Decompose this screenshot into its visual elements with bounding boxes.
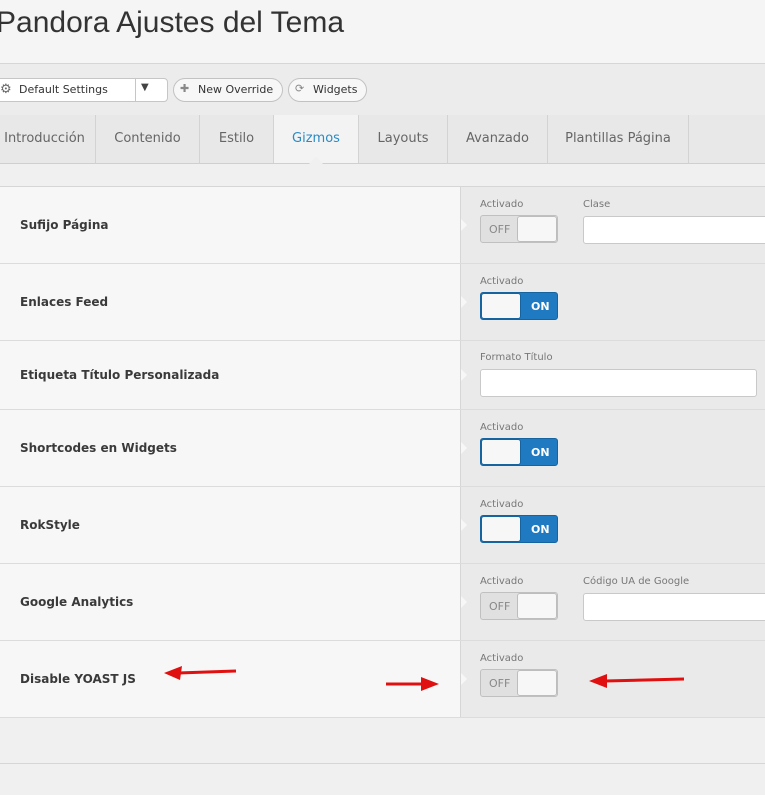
row-label-cell: RokStyle: [0, 487, 461, 563]
row-notch: [461, 519, 467, 531]
row-notch: [461, 369, 467, 381]
enlaces-feed-toggle[interactable]: ON: [480, 292, 558, 320]
page-header: Pandora Ajustes del Tema: [0, 0, 765, 64]
tab-layouts[interactable]: Layouts: [359, 115, 448, 163]
rokstyle-toggle[interactable]: ON: [480, 515, 558, 543]
refresh-icon: ⟳: [295, 82, 305, 95]
toggle-state: OFF: [489, 223, 511, 236]
new-override-button[interactable]: ✚ New Override: [173, 78, 283, 102]
toggle-state: OFF: [489, 600, 511, 613]
tab-introduccion[interactable]: Introducción: [0, 115, 96, 163]
formato-titulo-input[interactable]: [480, 369, 757, 397]
enabled-label: Activado: [480, 499, 524, 510]
row-label: Sufijo Página: [20, 218, 109, 232]
tab-estilo[interactable]: Estilo: [200, 115, 274, 163]
settings-row-shortcodes: Shortcodes en Widgets Activado ON: [0, 410, 765, 487]
row-control-cell: Activado ON: [461, 410, 765, 486]
row-control-cell: Formato Título: [461, 341, 765, 409]
google-analytics-toggle[interactable]: OFF: [480, 592, 558, 620]
settings-row-google-analytics: Google Analytics Activado OFF Código UA …: [0, 564, 765, 641]
sufijo-pagina-toggle[interactable]: OFF: [480, 215, 558, 243]
row-notch: [461, 296, 467, 308]
plus-icon: ✚: [180, 82, 190, 95]
enabled-label: Activado: [480, 422, 524, 433]
chevron-down-icon[interactable]: ▼: [141, 82, 149, 93]
row-control-cell: Activado ON: [461, 487, 765, 563]
row-label-cell: Enlaces Feed: [0, 264, 461, 340]
row-label: RokStyle: [20, 518, 80, 532]
toggle-knob: [481, 516, 521, 542]
toggle-state: ON: [531, 300, 550, 313]
settings-select[interactable]: ⚙ Default Settings ▼: [0, 78, 168, 102]
new-override-label: New Override: [198, 83, 274, 96]
settings-select-value: Default Settings: [19, 83, 108, 96]
active-tab-caret: [309, 157, 323, 164]
row-label: Enlaces Feed: [20, 295, 109, 309]
enabled-label: Activado: [480, 276, 524, 287]
disable-yoast-toggle[interactable]: OFF: [480, 669, 558, 697]
row-label: Google Analytics: [20, 595, 134, 609]
row-label-cell: Etiqueta Título Personalizada: [0, 341, 461, 409]
row-control-cell: Activado OFF Clase: [461, 187, 765, 263]
formato-titulo-label: Formato Título: [480, 352, 553, 363]
tab-gizmos-label: Gizmos: [292, 131, 340, 146]
toggle-state: ON: [531, 523, 550, 536]
row-notch: [461, 673, 467, 685]
enabled-label: Activado: [480, 199, 524, 210]
row-label: Shortcodes en Widgets: [20, 441, 177, 455]
row-notch: [461, 219, 467, 231]
page-title: Pandora Ajustes del Tema: [0, 6, 345, 39]
toolbar: ⚙ Default Settings ▼ ✚ New Override ⟳ Wi…: [0, 64, 765, 116]
row-control-cell: Activado OFF Código UA de Google: [461, 564, 765, 640]
shortcodes-toggle[interactable]: ON: [480, 438, 558, 466]
select-divider: [135, 79, 136, 101]
tab-gizmos[interactable]: Gizmos: [274, 115, 359, 164]
tab-plantillas-pagina[interactable]: Plantillas Página: [548, 115, 689, 163]
row-label: Etiqueta Título Personalizada: [20, 368, 220, 382]
enabled-label: Activado: [480, 653, 524, 664]
codigo-ua-label: Código UA de Google: [583, 576, 690, 587]
row-label: Disable YOAST JS: [20, 672, 136, 686]
widgets-button[interactable]: ⟳ Widgets: [288, 78, 367, 102]
tab-avanzado[interactable]: Avanzado: [448, 115, 548, 163]
toggle-state: ON: [531, 446, 550, 459]
row-label-cell: Shortcodes en Widgets: [0, 410, 461, 486]
footer-band: [0, 718, 765, 764]
toggle-state: OFF: [489, 677, 511, 690]
annotation-arrow-left-2: [589, 674, 685, 688]
row-label-cell: Google Analytics: [0, 564, 461, 640]
annotation-arrow-right: [386, 677, 439, 691]
tab-contenido[interactable]: Contenido: [96, 115, 200, 163]
toggle-knob: [517, 593, 557, 619]
row-notch: [461, 596, 467, 608]
settings-list: Sufijo Página Activado OFF Clase Enlaces…: [0, 186, 765, 718]
tab-bar: Introducción Contenido Estilo Gizmos Lay…: [0, 115, 765, 164]
codigo-ua-input[interactable]: [583, 593, 765, 621]
toggle-knob: [481, 439, 521, 465]
settings-row-etiqueta-titulo: Etiqueta Título Personalizada Formato Tí…: [0, 341, 765, 410]
enabled-label: Activado: [480, 576, 524, 587]
gear-icon: ⚙: [0, 82, 12, 97]
clase-input[interactable]: [583, 216, 765, 244]
toggle-knob: [517, 216, 557, 242]
widgets-label: Widgets: [313, 83, 358, 96]
clase-label: Clase: [583, 199, 611, 210]
annotation-arrow-left-1: [164, 666, 237, 680]
toggle-knob: [481, 293, 521, 319]
toggle-knob: [517, 670, 557, 696]
row-notch: [461, 442, 467, 454]
row-control-cell: Activado ON: [461, 264, 765, 340]
settings-row-sufijo-pagina: Sufijo Página Activado OFF Clase: [0, 187, 765, 264]
row-label-cell: Sufijo Página: [0, 187, 461, 263]
settings-row-rokstyle: RokStyle Activado ON: [0, 487, 765, 564]
settings-row-enlaces-feed: Enlaces Feed Activado ON: [0, 264, 765, 341]
